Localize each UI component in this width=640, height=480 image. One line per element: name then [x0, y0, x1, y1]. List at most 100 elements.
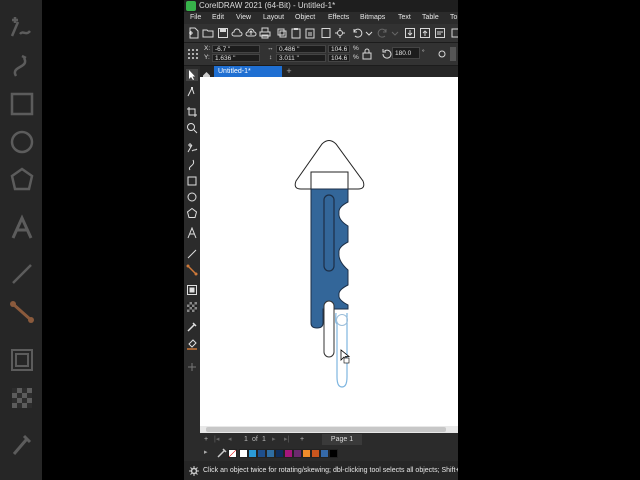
clipboard-icon[interactable] [304, 27, 316, 39]
width-field[interactable]: 0.486 " [276, 45, 326, 53]
prev-page-button[interactable]: ◂ [228, 433, 232, 446]
menu-text[interactable]: Text [398, 12, 411, 24]
shadow-tool-icon [8, 346, 36, 374]
menu-file[interactable]: File [190, 12, 201, 24]
transparency-tool-icon[interactable] [186, 301, 198, 313]
scale-x-field[interactable]: 104.6 [328, 45, 350, 53]
x-position-field[interactable]: -6.7 " [212, 45, 260, 53]
drawing-svg [294, 140, 365, 388]
swatch-dark-navy[interactable] [275, 449, 284, 458]
next-page-button[interactable]: ▸ [272, 433, 276, 446]
reference-point-icon[interactable] [187, 48, 199, 60]
standard-toolbar [184, 24, 458, 43]
new-document-icon[interactable] [188, 27, 200, 39]
drawing-canvas[interactable] [200, 77, 458, 426]
add-page-after-button[interactable]: + [300, 433, 304, 446]
add-tab-icon[interactable]: + [284, 66, 294, 77]
cloud-upload-icon[interactable] [245, 27, 257, 39]
menu-layout[interactable]: Layout [263, 12, 284, 24]
scale-y-field[interactable]: 104.6 [328, 54, 350, 62]
no-fill-swatch[interactable] [228, 449, 237, 458]
swatch-dark-orange[interactable] [311, 449, 320, 458]
add-page-before-button[interactable]: + [204, 433, 208, 446]
page-of-label: of [252, 436, 258, 443]
save-icon[interactable] [217, 27, 229, 39]
eyedropper-tool-icon[interactable] [186, 321, 198, 333]
print-icon[interactable] [259, 27, 271, 39]
import-icon[interactable] [404, 27, 416, 39]
mirror-icon[interactable] [436, 48, 446, 58]
tab-untitled-1[interactable]: Untitled-1* [214, 66, 282, 77]
zoom-tool-icon[interactable] [186, 122, 198, 134]
property-bar-overflow[interactable] [450, 47, 456, 61]
scrollbar-thumb[interactable] [206, 427, 446, 432]
gear-icon[interactable] [189, 465, 199, 476]
pick-tool-icon[interactable] [186, 69, 198, 81]
swatch-navy[interactable] [257, 449, 266, 458]
rocket-inner-stripe[interactable] [323, 194, 335, 272]
open-folder-icon[interactable] [202, 27, 214, 39]
redo-icon[interactable] [377, 27, 389, 39]
rotation-field[interactable]: 180.0 [392, 47, 420, 59]
shape-tool-icon[interactable] [186, 86, 198, 98]
menu-object[interactable]: Object [295, 12, 315, 24]
property-bar: X: -6.7 " Y: 1.636 " ↔ 0.486 " ↕ 3.011 "… [184, 43, 458, 66]
freehand-tool-icon[interactable] [186, 142, 198, 154]
horizontal-scrollbar[interactable] [200, 426, 458, 433]
toolbox [184, 66, 200, 462]
app-launcher-icon[interactable] [449, 27, 458, 39]
menu-bitmaps[interactable]: Bitmaps [360, 12, 385, 24]
swatch-black[interactable] [329, 449, 338, 458]
copy-icon[interactable] [276, 27, 288, 39]
swatch-magenta[interactable] [284, 449, 293, 458]
settings-icon[interactable] [334, 27, 346, 39]
height-arrows-icon: ↕ [269, 54, 273, 61]
rocket-tail-left[interactable] [323, 300, 335, 358]
undo-dropdown-chevron-down-icon[interactable] [363, 27, 373, 39]
rocket-neck-rectangle[interactable] [310, 171, 349, 190]
add-tool-icon[interactable] [186, 361, 198, 373]
height-field[interactable]: 3.011 " [276, 54, 326, 62]
crop-tool-icon[interactable] [186, 106, 198, 118]
last-page-button[interactable]: ▸| [284, 433, 289, 446]
y-position-field[interactable]: 1.636 " [212, 54, 260, 62]
home-icon[interactable] [202, 67, 211, 79]
export-pdf-icon[interactable] [434, 27, 446, 39]
ellipse-tool-icon[interactable] [186, 191, 198, 203]
menu-bar: File Edit View Layout Object Effects Bit… [184, 12, 458, 24]
swatch-purple[interactable] [293, 449, 302, 458]
menu-effects[interactable]: Effects [328, 12, 349, 24]
scale-y-percent: % [353, 54, 359, 61]
swatch-white[interactable] [239, 449, 248, 458]
export-icon[interactable] [419, 27, 431, 39]
artistic-media-tool-icon[interactable] [186, 159, 198, 171]
polygon-tool-icon[interactable] [186, 207, 198, 219]
undo-icon[interactable] [351, 27, 363, 39]
interactive-fill-tool-icon[interactable] [186, 338, 198, 350]
menu-tools[interactable]: To [450, 12, 457, 24]
document-icon[interactable] [320, 27, 332, 39]
first-page-button[interactable]: |◂ [214, 433, 219, 446]
connector-tool-icon [8, 298, 36, 326]
menu-table[interactable]: Table [422, 12, 439, 24]
cloud-icon[interactable] [231, 27, 243, 39]
menu-view[interactable]: View [236, 12, 251, 24]
rectangle-tool-icon[interactable] [186, 175, 198, 187]
palette-scroll-left-icon[interactable]: ▸ [204, 448, 208, 456]
menu-edit[interactable]: Edit [212, 12, 224, 24]
page-tab[interactable]: Page 1 [322, 434, 362, 445]
swatch-cyan[interactable] [248, 449, 257, 458]
swatch-steel-blue[interactable] [266, 449, 275, 458]
drop-shadow-tool-icon[interactable] [186, 284, 198, 296]
lock-ratio-icon[interactable] [361, 48, 372, 60]
paste-icon[interactable] [290, 27, 302, 39]
swatch-orange[interactable] [302, 449, 311, 458]
text-tool-icon[interactable] [186, 227, 198, 239]
color-palette: ▸ [200, 446, 458, 460]
scale-x-percent: % [353, 45, 359, 52]
redo-dropdown-chevron-down-icon[interactable] [389, 27, 399, 39]
parallel-dimension-tool-icon[interactable] [186, 248, 198, 260]
swatch-blue[interactable] [320, 449, 329, 458]
eyedropper-palette-icon[interactable] [216, 447, 227, 458]
connector-tool-icon[interactable] [186, 264, 198, 276]
